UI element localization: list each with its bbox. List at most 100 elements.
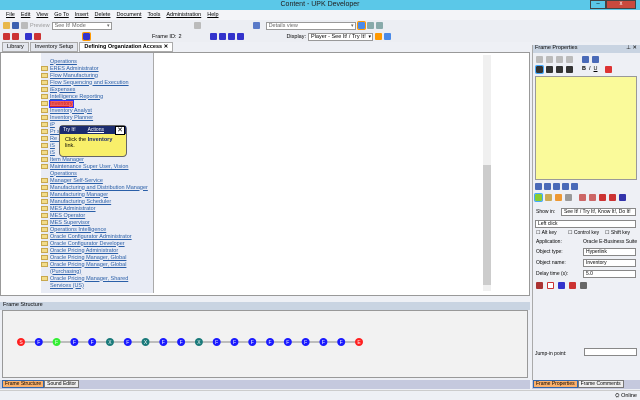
responsibility-link[interactable]: Inventory Analyst [50, 108, 92, 114]
frame-node[interactable]: X [141, 338, 150, 346]
responsibility-link[interactable]: iExpenses [50, 87, 75, 93]
responsibility-link[interactable]: MES Supervisor [50, 220, 90, 226]
responsibility-link[interactable]: iS [50, 150, 55, 156]
mode-select[interactable]: See It! Mode [51, 21, 112, 30]
responsibility-link[interactable]: Flow Sequencing and Execution [50, 80, 129, 86]
close-bubble-icon[interactable]: ✕ [115, 126, 125, 135]
control-key-checkbox[interactable]: ☐ Control key [568, 230, 599, 236]
tab-inventory-setup[interactable]: Inventory Setup [29, 42, 79, 52]
frame-node[interactable]: X [105, 338, 114, 346]
menu-tools[interactable]: Tools [148, 12, 161, 18]
responsibility-link[interactable]: Operations Intelligence [50, 227, 106, 233]
close-tab-icon[interactable]: ✕ [164, 44, 169, 50]
copy-icon[interactable] [546, 56, 553, 63]
responsibility-link[interactable]: MES Operator [50, 213, 85, 219]
menu-edit[interactable]: Edit [21, 12, 30, 18]
frame-node[interactable]: F [52, 338, 61, 346]
frame-node[interactable]: F [230, 338, 239, 346]
jump-in-input[interactable] [584, 348, 637, 356]
frame-node[interactable]: F [248, 338, 257, 346]
menu-help[interactable]: Help [207, 12, 218, 18]
menu-go-to[interactable]: Go To [54, 12, 69, 18]
undo-icon[interactable] [193, 22, 201, 29]
shift-key-checkbox[interactable]: ☐ Shift key [605, 230, 630, 236]
show-in-select[interactable]: See It! / Try It!, Know It!, Do It! [561, 208, 636, 216]
responsibility-link[interactable]: Oracle Configurator Developer [50, 241, 125, 247]
frame-node[interactable]: F [266, 338, 275, 346]
bubble-position-icon[interactable] [562, 183, 569, 190]
align-left-icon[interactable] [535, 65, 544, 74]
print-icon[interactable] [21, 22, 28, 29]
responsibility-link[interactable]: Oracle Configurator Administrator [50, 234, 132, 240]
scrollbar-thumb[interactable] [483, 165, 491, 285]
frame-node[interactable]: F [123, 338, 132, 346]
responsibility-link[interactable]: MES Administrator [50, 206, 96, 212]
responsibility-link[interactable]: Inventory [49, 99, 74, 108]
bubble-icon[interactable] [534, 193, 543, 202]
responsibility-link[interactable]: Manufacturing Scheduler [50, 199, 111, 205]
menu-administration[interactable]: Administration [166, 12, 201, 18]
color-icon[interactable] [604, 66, 612, 73]
object-name-input[interactable]: Inventory [583, 259, 636, 267]
rectangle-icon[interactable] [547, 282, 554, 289]
italic-icon[interactable]: I [589, 66, 591, 73]
open-icon[interactable] [3, 22, 10, 29]
align-center-icon[interactable] [546, 66, 553, 73]
frame-node[interactable]: E [355, 338, 363, 346]
action-icon[interactable] [12, 33, 19, 40]
justify-icon[interactable] [566, 66, 573, 73]
tab-sound-editor[interactable]: Sound Editor [44, 380, 80, 388]
responsibility-link[interactable]: Operations [50, 59, 77, 65]
responsibility-link[interactable]: Intelligence Reporting [50, 94, 103, 100]
frame-node[interactable]: F [319, 338, 328, 346]
text-icon[interactable] [619, 194, 626, 201]
bold-icon[interactable]: B [582, 66, 586, 73]
responsibility-link[interactable]: Maintenance Super User, Vision [50, 164, 128, 170]
responsibility-link[interactable]: Oracle Pricing Manager, Shared [50, 276, 128, 282]
cursor-icon[interactable] [565, 194, 572, 201]
bubble-position-icon[interactable] [544, 183, 551, 190]
record-icon[interactable] [3, 33, 10, 40]
sound-icon[interactable] [569, 282, 576, 289]
responsibility-link[interactable]: (Purchasing) [50, 269, 81, 275]
view-select[interactable]: Details view [265, 21, 356, 30]
responsibility-link[interactable]: iS [50, 143, 55, 149]
frame-node[interactable]: F [177, 338, 186, 346]
prev-frame-icon[interactable] [219, 33, 227, 40]
next-frame-icon[interactable] [228, 33, 236, 40]
frame-icon[interactable] [609, 194, 616, 201]
screen-icon[interactable] [82, 32, 91, 41]
first-frame-icon[interactable] [210, 33, 218, 40]
responsibility-link[interactable]: Manufacturing and Distribution Manager [50, 185, 148, 191]
hand-icon[interactable] [555, 194, 562, 201]
display-select[interactable]: Player - See It! / Try It! [308, 32, 374, 41]
responsibility-link[interactable]: Item Manager [50, 157, 84, 163]
menu-file[interactable]: File [6, 12, 15, 18]
pointer-icon[interactable] [545, 194, 552, 201]
bubble-actions-link[interactable]: Actions [88, 127, 104, 133]
key-icon[interactable] [536, 282, 543, 289]
frame-icon[interactable] [589, 194, 596, 201]
object-type-select[interactable]: Hyperlink [583, 248, 636, 256]
frame-node[interactable]: F [301, 338, 310, 346]
screenshot-toggle-icon[interactable] [384, 33, 392, 40]
responsibility-link[interactable]: Manager Self-Service [50, 178, 103, 184]
frame-node[interactable]: F [34, 338, 43, 346]
frame-node[interactable]: F [212, 338, 221, 346]
tab-frame-comments[interactable]: Frame Comments [577, 380, 624, 388]
responsibility-link[interactable]: Oracle Pricing Manager, Global [50, 262, 126, 268]
pin-icon[interactable]: ⊥ [626, 45, 631, 51]
align-right-icon[interactable] [556, 66, 563, 73]
bubble-position-icon[interactable] [535, 183, 542, 190]
preview-button[interactable]: Preview [30, 23, 50, 29]
alt-key-checkbox[interactable]: ☐ Alt key [536, 230, 557, 236]
tab-frame-structure[interactable]: Frame Structure [2, 380, 45, 388]
frame-icon[interactable] [579, 194, 586, 201]
globe-icon[interactable] [252, 22, 260, 29]
frame-node[interactable]: F [70, 338, 79, 346]
underline-icon[interactable]: U [594, 66, 598, 73]
frame-icon[interactable] [599, 194, 606, 201]
link-icon[interactable] [580, 282, 587, 289]
frame-node[interactable]: X [194, 338, 203, 346]
last-frame-icon[interactable] [237, 33, 245, 40]
